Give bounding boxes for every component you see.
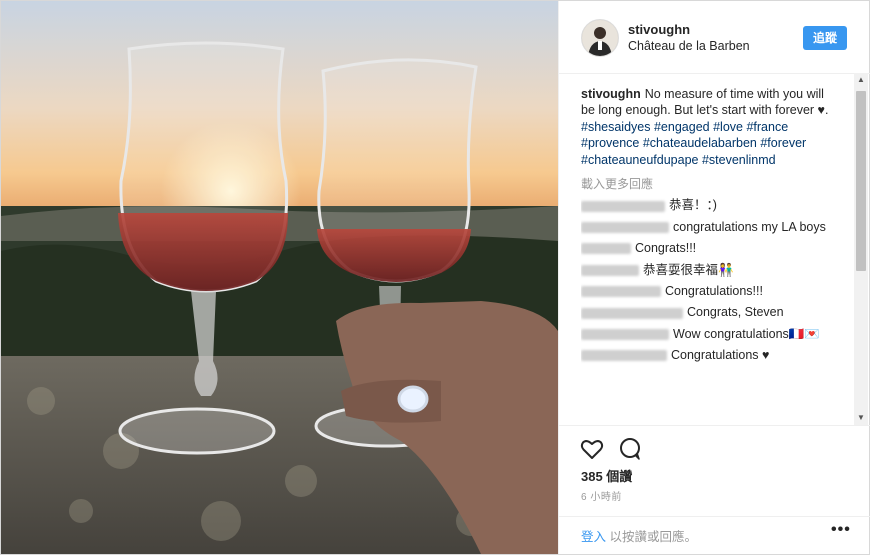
caption: stivoughn No measure of time with you wil… <box>581 86 841 168</box>
comment: congratulations my LA boys <box>581 219 841 235</box>
hashtag[interactable]: #chateauneufdupape <box>581 153 698 167</box>
comments-scrollbar[interactable]: ▲ ▼ <box>854 73 868 425</box>
caption-username[interactable]: stivoughn <box>581 87 641 101</box>
comment: Wow congratulations🇫🇷💌 <box>581 326 841 342</box>
blurred-username <box>581 264 639 276</box>
hashtag[interactable]: #love <box>713 120 743 134</box>
comment: Congratulations ♥ <box>581 347 841 363</box>
blurred-username <box>581 222 669 234</box>
load-more-comments[interactable]: 載入更多回應 <box>581 176 841 192</box>
heart-icon[interactable] <box>579 436 605 462</box>
blurred-username <box>581 307 683 319</box>
hashtag[interactable]: #france <box>746 120 788 134</box>
comment-text: Congrats!!! <box>635 241 697 256</box>
comment-text: 恭喜耍很幸福👫 <box>643 262 734 277</box>
blurred-username <box>581 350 667 362</box>
hashtag[interactable]: #forever <box>760 136 806 150</box>
hashtag[interactable]: #chateaudelabarben <box>643 136 757 150</box>
comment: Congrats, Steven <box>581 304 841 320</box>
like-count[interactable]: 385 個讚 <box>581 466 632 485</box>
blurred-username <box>581 286 661 298</box>
username[interactable]: stivoughn <box>628 22 690 37</box>
more-options-icon[interactable]: ••• <box>831 521 851 539</box>
post-time: 6 小時前 <box>581 492 622 503</box>
follow-button[interactable]: 追蹤 <box>803 26 847 50</box>
blurred-username <box>581 243 631 255</box>
post-header: stivoughn Château de la Barben 追蹤 <box>559 1 870 74</box>
comment-text: Congratulations!!! <box>665 284 763 299</box>
wine-glasses-photo <box>1 1 558 554</box>
comment-text: 恭喜！：) <box>669 198 717 213</box>
scroll-up-arrow-icon[interactable]: ▲ <box>854 73 868 87</box>
post-sidebar: stivoughn Château de la Barben 追蹤 stivou… <box>558 1 870 554</box>
login-link[interactable]: 登入 <box>581 530 606 544</box>
comment-text: Congratulations ♥ <box>671 348 770 363</box>
location-link[interactable]: Château de la Barben <box>628 39 750 53</box>
avatar[interactable] <box>581 19 619 57</box>
hashtag[interactable]: #engaged <box>654 120 710 134</box>
blurred-username <box>581 329 669 341</box>
scroll-down-arrow-icon[interactable]: ▼ <box>854 411 868 425</box>
comment-text: congratulations my LA boys <box>673 219 826 234</box>
login-prompt-bar: 登入 以按讚或回應。 ••• <box>559 516 870 556</box>
hashtag[interactable]: #stevenlinmd <box>702 153 776 167</box>
comment: 恭喜！：) <box>581 197 841 213</box>
comment: Congratulations!!! <box>581 283 841 299</box>
post-photo[interactable] <box>1 1 558 554</box>
comment-text: Congrats, Steven <box>687 305 784 320</box>
login-prompt: 登入 以按讚或回應。 <box>581 526 697 545</box>
comment: Congrats!!! <box>581 240 841 256</box>
comment-icon[interactable] <box>617 436 643 462</box>
scrollbar-thumb[interactable] <box>856 91 866 271</box>
instagram-post-window: stivoughn Château de la Barben 追蹤 stivou… <box>0 0 870 555</box>
comment-list: stivoughn No measure of time with you wil… <box>581 86 841 424</box>
hashtag[interactable]: #shesaidyes <box>581 120 651 134</box>
login-prompt-text: 以按讚或回應。 <box>606 530 697 544</box>
comment-text: Wow congratulations🇫🇷💌 <box>673 326 820 341</box>
hashtag[interactable]: #provence <box>581 136 639 150</box>
post-actions: 385 個讚 6 小時前 登入 以按讚或回應。 ••• <box>559 425 870 555</box>
blurred-username <box>581 200 665 212</box>
comment: 恭喜耍很幸福👫 <box>581 262 841 278</box>
